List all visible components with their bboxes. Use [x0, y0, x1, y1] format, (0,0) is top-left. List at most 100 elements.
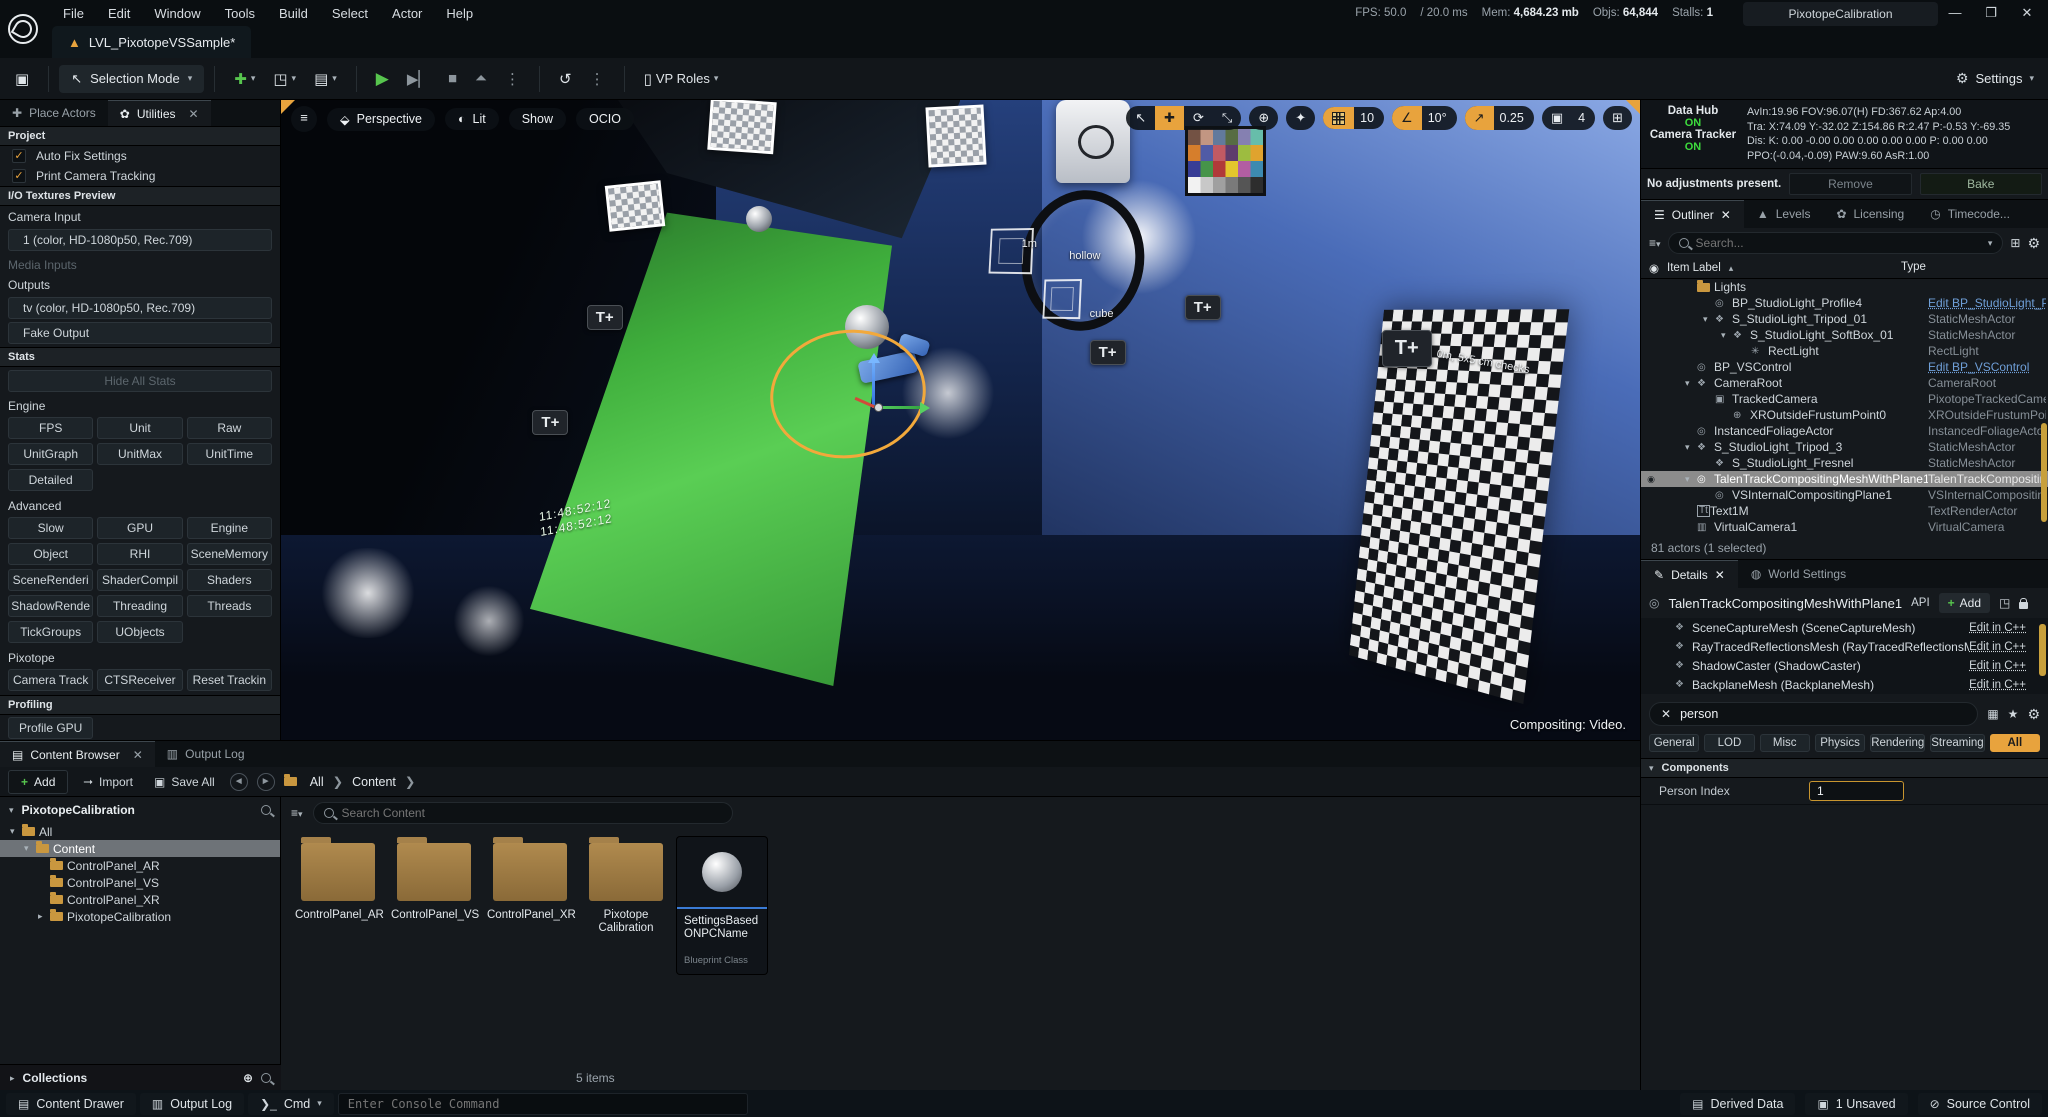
menu-item[interactable]: Select	[321, 2, 379, 25]
perspective-dropdown[interactable]: ⬙ Perspective	[327, 108, 435, 131]
component-name[interactable]: SceneCaptureMesh (SceneCaptureMesh)	[1692, 621, 1969, 635]
remove-button[interactable]: Remove	[1789, 173, 1911, 195]
menu-item[interactable]: Edit	[97, 2, 141, 25]
import-button[interactable]: ⭢ Import	[77, 770, 139, 793]
menu-item[interactable]: Build	[268, 2, 319, 25]
tab-levels[interactable]: ▲ Levels	[1744, 200, 1824, 228]
details-search[interactable]: ✕	[1649, 702, 1978, 726]
component-row[interactable]: ❖ SceneCaptureMesh (SceneCaptureMesh) Ed…	[1641, 618, 2048, 637]
table-row[interactable]: Tt Text1M TextRenderActor	[1641, 503, 2048, 519]
actor-label[interactable]: S_StudioLight_Tripod_01	[1732, 312, 1928, 326]
folder-tree-row[interactable]: ▾ All	[0, 823, 280, 840]
actor-type[interactable]: Edit BP_StudioLight_P	[1928, 296, 2046, 310]
folder-name[interactable]: ControlPanel_VS	[67, 876, 159, 890]
gizmo-origin[interactable]	[874, 403, 883, 412]
actor-label[interactable]: TalenTrackCompositingMeshWithPlane1	[1714, 472, 1928, 486]
actor-type[interactable]: Edit BP_VSControl	[1928, 360, 2046, 374]
menu-item[interactable]: Window	[143, 2, 211, 25]
actor-label[interactable]: S_StudioLight_Tripod_3	[1714, 440, 1928, 454]
tab-content-browser[interactable]: ▤ Content Browser ✕	[0, 741, 155, 767]
actor-type[interactable]: StaticMeshActor	[1928, 328, 2046, 342]
gizmo-z-axis[interactable]	[872, 356, 875, 408]
forward-button[interactable]: ►	[257, 773, 275, 791]
back-button[interactable]: ◄	[230, 773, 248, 791]
actor-type[interactable]: InstancedFoliageActor	[1928, 424, 2046, 438]
actor-label[interactable]: RectLight	[1768, 344, 1928, 358]
table-row[interactable]: ▣ TrackedCamera PixotopeTrackedCamera	[1641, 391, 2048, 407]
actor-label[interactable]: Text1M	[1710, 504, 1928, 518]
edit-in-cpp-link[interactable]: Edit in C++	[1969, 679, 2026, 691]
stat-toggle-button[interactable]: Engine	[187, 517, 272, 539]
folder-name[interactable]: ControlPanel_XR	[67, 893, 160, 907]
tab-licensing[interactable]: ✿ Licensing	[1823, 200, 1917, 228]
filter-chip[interactable]: General	[1649, 734, 1699, 752]
console-input[interactable]	[348, 1097, 738, 1111]
minimize-button[interactable]: —	[1940, 0, 1970, 26]
auto-fix-settings-row[interactable]: Auto Fix Settings	[0, 146, 280, 166]
new-folder-icon[interactable]: ⊞	[2010, 236, 2020, 250]
stat-toggle-button[interactable]: UObjects	[97, 621, 182, 643]
rotate-tool-icon[interactable]: ⟳	[1184, 106, 1213, 130]
add-actor-button[interactable]: ✚▾	[225, 65, 264, 93]
table-row[interactable]: ▾ ❖ S_StudioLight_SoftBox_01 StaticMeshA…	[1641, 327, 2048, 343]
blueprint-edit-icon[interactable]: ◳	[1999, 596, 2010, 610]
vp-roles-dropdown[interactable]: ▯ VP Roles ▾	[635, 65, 728, 93]
stat-toggle-button[interactable]: Reset Trackin	[187, 669, 272, 691]
tab-outliner[interactable]: ☰ Outliner ✕	[1641, 200, 1744, 228]
menu-item[interactable]: Tools	[214, 2, 266, 25]
surface-snap-icon[interactable]: ✦	[1286, 106, 1315, 130]
hide-all-stats-button[interactable]: Hide All Stats	[8, 370, 272, 392]
table-row[interactable]: ▾ ❖ S_StudioLight_Tripod_01 StaticMeshAc…	[1641, 311, 2048, 327]
grid-snap-value[interactable]: 10	[1354, 107, 1384, 129]
frame-skip-button[interactable]: ▶▏	[398, 65, 439, 93]
stat-toggle-button[interactable]: UnitMax	[97, 443, 182, 465]
outliner-search[interactable]: ▾	[1668, 232, 2004, 254]
add-collection-icon[interactable]: ⊕	[243, 1071, 253, 1085]
ocio-dropdown[interactable]: OCIO	[576, 108, 634, 130]
lock-icon[interactable]	[2019, 602, 2028, 609]
filter-chip[interactable]: LOD	[1704, 734, 1754, 752]
stat-toggle-button[interactable]: SceneRenderi	[8, 569, 93, 591]
camera-speed-value[interactable]: 4	[1572, 106, 1595, 130]
expand-arrow-icon[interactable]: ▾	[1685, 378, 1697, 389]
eject-button[interactable]: ⏶	[466, 65, 496, 92]
play-button[interactable]: ▶	[367, 64, 398, 94]
maximize-button[interactable]: ❐	[1976, 0, 2006, 26]
table-row[interactable]: ✳ RectLight RectLight	[1641, 343, 2048, 359]
actor-label[interactable]: BP_VSControl	[1714, 360, 1928, 374]
api-button[interactable]: API	[1911, 597, 1930, 609]
cinematics-button[interactable]: ▤▾	[305, 65, 346, 93]
search-input[interactable]	[1696, 236, 1981, 250]
gizmo-y-axis[interactable]	[875, 406, 927, 409]
actor-type[interactable]: PixotopeTrackedCamera	[1928, 392, 2046, 406]
filter-chip[interactable]: Misc	[1760, 734, 1810, 752]
stat-toggle-button[interactable]: Slow	[8, 517, 93, 539]
expand-arrow-icon[interactable]: ▾	[1721, 330, 1733, 341]
table-row[interactable]: Lights	[1641, 279, 2048, 295]
table-row[interactable]: ◉ ▾ ◎ TalenTrackCompositingMeshWithPlane…	[1641, 471, 2048, 487]
profile-gpu-button[interactable]: Profile GPU	[8, 717, 93, 739]
folder-tree-row[interactable]: ▸ PixotopeCalibration	[0, 908, 280, 925]
filter-icon[interactable]: ≡▾	[291, 806, 303, 820]
scale-snap-value[interactable]: 0.25	[1494, 106, 1534, 130]
settings-dropdown[interactable]: ⚙ Settings ▾	[1956, 70, 2034, 87]
world-space-icon[interactable]: ⊕	[1249, 106, 1278, 130]
actor-type[interactable]: VirtualCamera	[1928, 520, 2046, 534]
folder-name[interactable]: ControlPanel_AR	[67, 859, 160, 873]
platforms-button[interactable]: ↺	[550, 65, 581, 93]
actor-label[interactable]: CameraRoot	[1714, 376, 1928, 390]
stat-toggle-button[interactable]: SceneMemory	[187, 543, 272, 565]
add-component-button[interactable]: + Add	[1939, 593, 1990, 613]
tab-place-actors[interactable]: ✚ Place Actors	[0, 100, 108, 126]
close-icon[interactable]: ✕	[189, 107, 199, 121]
expand-arrow-icon[interactable]: ▾	[10, 826, 22, 837]
component-name[interactable]: ShadowCaster (ShadowCaster)	[1692, 659, 1969, 673]
checkbox-checked-icon[interactable]	[12, 149, 26, 163]
stat-toggle-button[interactable]: Camera Track	[8, 669, 93, 691]
output-tv-button[interactable]: tv (color, HD-1080p50, Rec.709)	[8, 297, 272, 319]
gear-icon[interactable]: ⚙	[2027, 706, 2040, 723]
maximize-viewport-icon[interactable]: ⊞	[1603, 106, 1632, 130]
clear-search-icon[interactable]: ✕	[1661, 707, 1671, 721]
component-row[interactable]: ❖ RayTracedReflectionsMesh (RayTracedRef…	[1641, 637, 2048, 656]
table-row[interactable]: ◎ InstancedFoliageActor InstancedFoliage…	[1641, 423, 2048, 439]
